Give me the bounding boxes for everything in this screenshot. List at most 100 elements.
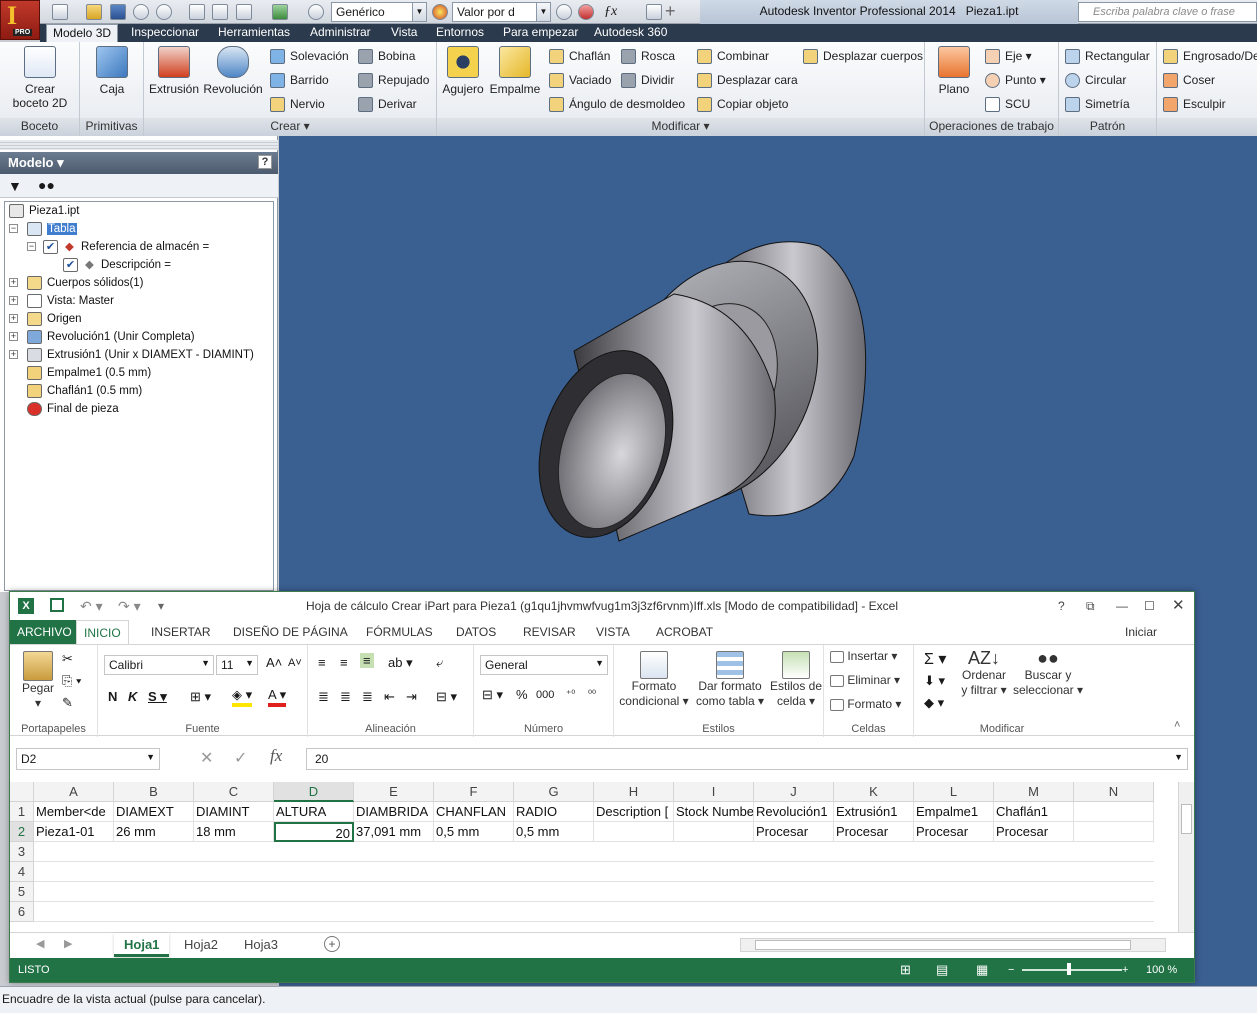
- maximize-icon[interactable]: ☐: [1144, 592, 1155, 620]
- browser-header[interactable]: Modelo ▾ ?: [0, 152, 278, 174]
- zoom-in-icon[interactable]: +: [1122, 958, 1128, 982]
- help-icon[interactable]: ?: [258, 155, 272, 169]
- column-header[interactable]: D: [274, 782, 354, 802]
- cell[interactable]: Extrusión1: [834, 802, 914, 822]
- sheet-tab-hoja3[interactable]: Hoja3: [234, 933, 288, 957]
- cell[interactable]: DIAMEXT: [114, 802, 194, 822]
- cell[interactable]: Procesar: [914, 822, 994, 842]
- borders-icon[interactable]: ⊞ ▾: [190, 689, 211, 705]
- cell[interactable]: 37,091 mm: [354, 822, 434, 842]
- tab-inspeccionar[interactable]: Inspeccionar: [125, 24, 205, 42]
- cell[interactable]: Stock Numbe: [674, 802, 754, 822]
- draft-button[interactable]: Ángulo de desmoldeo: [549, 94, 685, 114]
- tree-node-extrude[interactable]: Extrusión1 (Unir x DIAMEXT - DIAMINT): [25, 346, 254, 364]
- row-header[interactable]: 1: [10, 802, 34, 822]
- tree-node-origin[interactable]: Origen: [25, 310, 82, 328]
- expand-icon[interactable]: +: [9, 296, 18, 305]
- expand-icon[interactable]: +: [9, 314, 18, 323]
- extrude-button[interactable]: Extrusión: [148, 46, 200, 96]
- align-middle-icon[interactable]: ≡: [340, 655, 348, 670]
- derive-button[interactable]: Derivar: [358, 94, 417, 114]
- column-header[interactable]: J: [754, 782, 834, 802]
- material-combo[interactable]: Genérico ▼: [331, 2, 427, 22]
- combine-button[interactable]: Combinar: [697, 46, 769, 66]
- cell[interactable]: RADIO: [514, 802, 594, 822]
- expand-icon[interactable]: +: [9, 278, 18, 287]
- delete-cells-button[interactable]: Eliminar ▾: [830, 673, 900, 688]
- row-header[interactable]: 6: [10, 902, 34, 922]
- thread-button[interactable]: Rosca: [621, 46, 675, 66]
- cut-icon[interactable]: ✂: [62, 651, 73, 667]
- close-icon[interactable]: ✕: [1172, 592, 1185, 620]
- tree-node-part[interactable]: Pieza1.ipt: [7, 202, 80, 220]
- split-button[interactable]: Dividir: [621, 70, 674, 90]
- checkbox-checked-icon[interactable]: ✔: [43, 240, 58, 254]
- cell[interactable]: ALTURA: [274, 802, 354, 822]
- ribbon-display-icon[interactable]: ⧉: [1086, 592, 1095, 620]
- merge-center-icon[interactable]: ⊟ ▾: [436, 689, 457, 705]
- worksheet-grid[interactable]: A B C D E F G H I J K L M N 1 2 3 4 5 6 …: [10, 782, 1178, 932]
- tab-vista[interactable]: VISTA: [589, 620, 637, 644]
- row-header[interactable]: 5: [10, 882, 34, 902]
- prev-sheet-icon[interactable]: ◀: [36, 937, 44, 950]
- decrease-indent-icon[interactable]: ⇤: [384, 689, 395, 705]
- inventor-logo-button[interactable]: I PRO: [0, 0, 40, 40]
- align-right-icon[interactable]: ≣: [362, 689, 373, 705]
- customize-qat-icon[interactable]: ▾: [158, 592, 164, 620]
- tab-vista[interactable]: Vista: [385, 24, 423, 42]
- tree-node-chamfer[interactable]: Chaflán1 (0.5 mm): [25, 382, 142, 400]
- next-sheet-icon[interactable]: ▶: [64, 937, 72, 950]
- name-box[interactable]: D2 ▼: [16, 748, 160, 770]
- italic-icon[interactable]: K: [128, 689, 137, 704]
- tab-modelo-3d[interactable]: Modelo 3D: [46, 24, 119, 42]
- cell[interactable]: Pieza1-01: [34, 822, 114, 842]
- ucs-button[interactable]: SCU: [985, 94, 1030, 114]
- tab-archivo[interactable]: ARCHIVO: [10, 620, 79, 644]
- normal-view-icon[interactable]: ⊞: [900, 958, 911, 982]
- expand-icon[interactable]: +: [9, 350, 18, 359]
- scroll-thumb[interactable]: [755, 940, 1131, 950]
- cell[interactable]: [594, 822, 674, 842]
- column-header[interactable]: G: [514, 782, 594, 802]
- new-file-icon[interactable]: [52, 4, 68, 20]
- expand-icon[interactable]: +: [9, 332, 18, 341]
- cell[interactable]: Member<de: [34, 802, 114, 822]
- autosum-icon[interactable]: Σ ▾: [924, 649, 946, 669]
- plus-icon[interactable]: +: [665, 2, 681, 20]
- bold-icon[interactable]: N: [108, 689, 117, 704]
- cell[interactable]: Empalme1: [914, 802, 994, 822]
- zoom-slider[interactable]: [1022, 963, 1122, 975]
- zoom-level[interactable]: 100 %: [1146, 958, 1177, 982]
- copy-object-button[interactable]: Copiar objeto: [697, 94, 788, 114]
- cell[interactable]: 0,5 mm: [434, 822, 514, 842]
- tab-datos[interactable]: DATOS: [449, 620, 503, 644]
- revolve-button[interactable]: Revolución: [202, 46, 264, 96]
- move-bodies-button[interactable]: Desplazar cuerpos: [803, 46, 923, 66]
- panel-label-crear[interactable]: Crear ▾: [144, 118, 436, 136]
- collapse-icon[interactable]: −: [27, 242, 36, 251]
- column-header[interactable]: B: [114, 782, 194, 802]
- circular-pattern-button[interactable]: Circular: [1065, 70, 1126, 90]
- column-header[interactable]: M: [994, 782, 1074, 802]
- column-header[interactable]: C: [194, 782, 274, 802]
- tab-administrar[interactable]: Administrar: [304, 24, 377, 42]
- create-sketch-button[interactable]: Crear boceto 2D: [12, 46, 68, 110]
- thicken-button[interactable]: Engrosado/De: [1163, 46, 1257, 66]
- column-header[interactable]: F: [434, 782, 514, 802]
- page-layout-icon[interactable]: ▤: [936, 958, 948, 982]
- cell[interactable]: Description [: [594, 802, 674, 822]
- tree-node-description[interactable]: ✔ ◆ Descripción =: [61, 256, 171, 274]
- sort-filter-button[interactable]: AZ↓ Ordenar y filtrar ▾: [958, 649, 1010, 698]
- underline-icon[interactable]: S ▾: [148, 689, 167, 705]
- cell[interactable]: 0,5 mm: [514, 822, 594, 842]
- add-sheet-icon[interactable]: +: [324, 936, 340, 952]
- tree-node-solid-bodies[interactable]: Cuerpos sólidos(1): [25, 274, 144, 292]
- tree-node-fillet[interactable]: Empalme1 (0.5 mm): [25, 364, 151, 382]
- fillet-button[interactable]: Empalme: [487, 46, 543, 96]
- measure-icon[interactable]: [646, 4, 662, 20]
- stitch-button[interactable]: Coser: [1163, 70, 1215, 90]
- undo-icon[interactable]: [133, 4, 149, 20]
- cancel-entry-icon[interactable]: ✕: [200, 748, 213, 768]
- tab-herramientas[interactable]: Herramientas: [212, 24, 296, 42]
- tab-para-empezar[interactable]: Para empezar: [497, 24, 584, 42]
